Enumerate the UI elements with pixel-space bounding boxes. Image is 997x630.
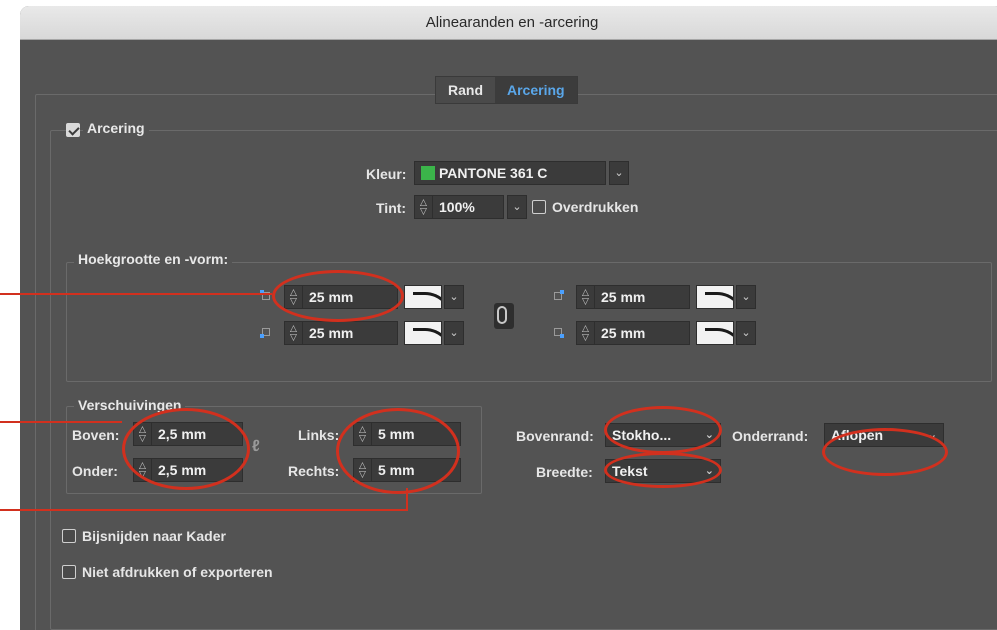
overprint-checkbox[interactable] [532,200,546,214]
annotation-circle-left-right-offsets [336,408,460,494]
corner-bottom-right-stepper-icon[interactable]: △ ▽ [577,322,595,344]
offset-bottom-label: Onder: [72,463,118,479]
width-label: Breedte: [536,464,593,480]
offset-top-label: Boven: [72,427,120,443]
corner-top-right-value: 25 mm [601,289,646,305]
corner-bottom-right-field[interactable]: △ ▽ 25 mm [576,321,690,345]
corner-top-left-shape-preview[interactable] [404,285,442,309]
no-print-label: Niet afdrukken of exporteren [82,564,273,580]
annotation-circle-top-edge [604,406,722,454]
corner-bottom-left-value: 25 mm [309,325,354,341]
color-value: PANTONE 361 C [439,165,548,181]
annotation-vline-offsets [406,488,408,510]
corner-bottom-right-shape-dropdown[interactable]: ⌄ [736,321,756,345]
annotation-circle-bottom-edge [822,428,948,476]
annotation-circle-top-bottom-offsets [122,408,250,490]
shading-legend: Arcering [83,120,149,136]
dialog-window: Alinearanden en -arcering Rand Arcering … [20,6,997,630]
clip-to-frame-label: Bijsnijden naar Kader [82,528,226,544]
annotation-line-offsets-bottom [0,509,408,511]
offset-left-label: Links: [298,427,340,443]
annotation-line-offsets-top [0,421,122,423]
clip-to-frame-checkbox[interactable] [62,529,76,543]
overprint-label: Overdrukken [552,199,639,215]
corner-top-right-field[interactable]: △ ▽ 25 mm [576,285,690,309]
corner-top-right-icon [552,290,564,302]
tint-stepper-icon[interactable]: △ ▽ [415,196,433,218]
tint-value: 100% [439,199,475,215]
top-edge-label: Bovenrand: [516,428,594,444]
tint-dropdown-button[interactable]: ⌄ [507,195,527,219]
corner-bottom-right-icon [552,326,564,338]
corner-top-right-shape-dropdown[interactable]: ⌄ [736,285,756,309]
bottom-edge-label: Onderrand: [732,428,809,444]
link-corners-button[interactable] [494,303,514,329]
corner-bottom-left-shape-preview[interactable] [404,321,442,345]
corner-top-left-shape-dropdown[interactable]: ⌄ [444,285,464,309]
corner-bottom-right-value: 25 mm [601,325,646,341]
corners-legend: Hoekgrootte en -vorm: [74,251,233,267]
no-print-checkbox[interactable] [62,565,76,579]
corner-bottom-left-stepper-icon[interactable]: △ ▽ [285,322,303,344]
window-title: Alinearanden en -arcering [20,6,997,40]
color-label: Kleur: [366,166,407,182]
corner-bottom-left-field[interactable]: △ ▽ 25 mm [284,321,398,345]
tab-arcering[interactable]: Arcering [495,77,577,103]
corner-top-left-icon [260,290,272,302]
corner-top-right-shape-preview[interactable] [696,285,734,309]
color-select[interactable]: PANTONE 361 C [414,161,606,185]
corners-group [66,262,992,382]
color-swatch-icon [421,166,435,180]
corner-bottom-right-shape-preview[interactable] [696,321,734,345]
tab-rand[interactable]: Rand [436,77,495,103]
tint-label: Tint: [376,200,407,216]
corner-bottom-left-icon [260,326,272,338]
tint-field[interactable]: △ ▽ 100% [414,195,504,219]
offset-right-label: Rechts: [288,463,340,479]
link-chain-icon [497,306,507,324]
annotation-circle-width [604,452,722,488]
offsets-link-icon[interactable]: ℓ [252,438,264,458]
annotation-circle-corner-size [272,270,404,322]
corner-top-right-stepper-icon[interactable]: △ ▽ [577,286,595,308]
annotation-line-corner [0,293,272,295]
corner-bottom-left-shape-dropdown[interactable]: ⌄ [444,321,464,345]
shading-checkbox[interactable] [66,123,80,137]
color-dropdown-button[interactable]: ⌄ [609,161,629,185]
tab-bar: Rand Arcering [435,76,578,104]
